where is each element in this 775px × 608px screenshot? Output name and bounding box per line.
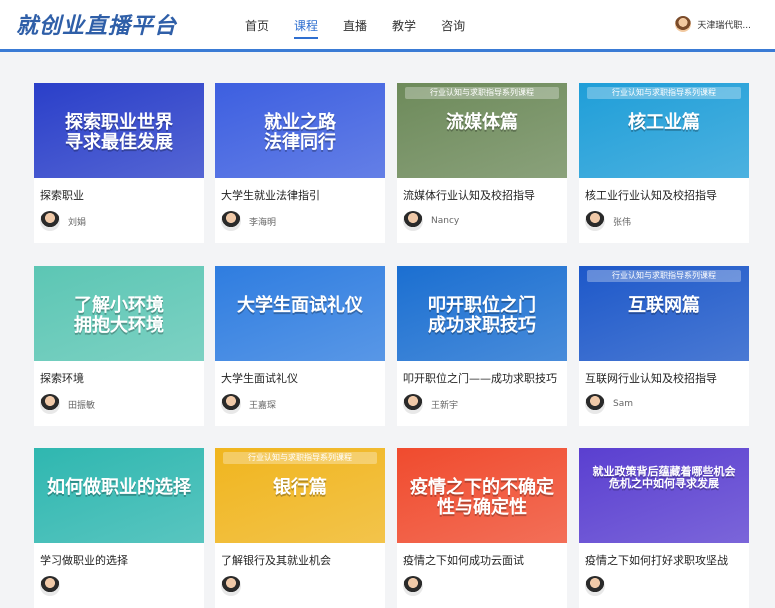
course-title[interactable]: 了解银行及其就业机会 [221, 552, 331, 568]
thumbnail-text: 大学生面试礼仪 [237, 295, 363, 316]
course-author [40, 576, 68, 596]
thumbnail-text: 就业政策背后蕴藏着哪些机会 危机之中如何寻求发展 [592, 465, 736, 491]
course-author: 王嘉琛 [221, 394, 276, 414]
author-name: 李海明 [249, 217, 277, 228]
author-name: Nancy [431, 216, 460, 226]
author-avatar [585, 394, 605, 414]
course-author: 李海明 [221, 211, 276, 231]
author-avatar [403, 576, 423, 596]
nav-home[interactable]: 首页 [245, 17, 269, 39]
thumbnail-text: 银行篇 [273, 477, 327, 498]
nav-consult[interactable]: 咨询 [441, 17, 465, 39]
course-author [403, 576, 431, 596]
course-author: 刘娟 [40, 211, 86, 231]
course-card[interactable]: 行业认知与求职指导系列课程核工业篇核工业行业认知及校招指导张伟 [579, 83, 749, 243]
course-title[interactable]: 流媒体行业认知及校招指导 [403, 187, 535, 203]
course-thumbnail[interactable]: 了解小环境 拥抱大环境 [34, 266, 204, 361]
course-thumbnail[interactable]: 行业认知与求职指导系列课程核工业篇 [579, 83, 749, 178]
thumbnail-text: 了解小环境 拥抱大环境 [74, 295, 164, 336]
author-avatar [221, 211, 241, 231]
nav-courses[interactable]: 课程 [294, 17, 319, 39]
course-card[interactable]: 探索职业世界 寻求最佳发展探索职业刘娟 [34, 83, 204, 243]
author-avatar [221, 394, 241, 414]
course-author: 王新宇 [403, 394, 458, 414]
course-title[interactable]: 疫情之下如何打好求职攻坚战 [585, 552, 728, 568]
course-title[interactable]: 学习做职业的选择 [40, 552, 128, 568]
thumbnail-banner: 行业认知与求职指导系列课程 [405, 87, 559, 99]
course-card[interactable]: 疫情之下的不确定性与确定性疫情之下如何成功云面试 [397, 448, 567, 608]
course-author: 田振敏 [40, 394, 95, 414]
course-card[interactable]: 叩开职位之门 成功求职技巧叩开职位之门——成功求职技巧王新宇 [397, 266, 567, 426]
course-card[interactable]: 就业之路 法律同行大学生就业法律指引李海明 [215, 83, 385, 243]
course-thumbnail[interactable]: 行业认知与求职指导系列课程互联网篇 [579, 266, 749, 361]
course-title[interactable]: 探索环境 [40, 370, 84, 386]
thumbnail-banner: 行业认知与求职指导系列课程 [587, 87, 741, 99]
author-avatar [585, 211, 605, 231]
course-card[interactable]: 如何做职业的选择学习做职业的选择 [34, 448, 204, 608]
course-card[interactable]: 行业认知与求职指导系列课程银行篇了解银行及其就业机会 [215, 448, 385, 608]
nav-live[interactable]: 直播 [343, 17, 367, 39]
course-title[interactable]: 大学生面试礼仪 [221, 370, 298, 386]
thumbnail-banner: 行业认知与求职指导系列课程 [587, 270, 741, 282]
author-avatar [585, 576, 605, 596]
author-avatar [40, 211, 60, 231]
course-card[interactable]: 大学生面试礼仪 大学生面试礼仪 王嘉琛 [215, 266, 385, 426]
thumbnail-text: 就业之路 法律同行 [264, 112, 336, 153]
author-name: Sam [613, 399, 633, 409]
thumbnail-text: 互联网篇 [628, 295, 700, 316]
course-author [585, 576, 613, 596]
course-thumbnail[interactable]: 叩开职位之门 成功求职技巧 [397, 266, 567, 361]
thumbnail-banner: 行业认知与求职指导系列课程 [223, 452, 377, 464]
course-title[interactable]: 探索职业 [40, 187, 84, 203]
author-avatar [403, 211, 423, 231]
course-thumbnail[interactable]: 探索职业世界 寻求最佳发展 [34, 83, 204, 178]
course-author [221, 576, 249, 596]
user-name[interactable]: 天津瑞代职... [697, 18, 751, 31]
course-thumbnail[interactable]: 就业之路 法律同行 [215, 83, 385, 178]
course-title[interactable]: 叩开职位之门——成功求职技巧 [403, 370, 557, 386]
main-nav: 首页 课程 直播 教学 咨询 [245, 17, 490, 39]
course-author: 张伟 [585, 211, 631, 231]
course-author: Sam [585, 394, 633, 414]
author-avatar [221, 576, 241, 596]
thumbnail-text: 探索职业世界 寻求最佳发展 [65, 112, 173, 153]
thumbnail-text: 流媒体篇 [446, 112, 518, 133]
course-title[interactable]: 互联网行业认知及校招指导 [585, 370, 717, 386]
course-thumbnail[interactable]: 就业政策背后蕴藏着哪些机会 危机之中如何寻求发展 [579, 448, 749, 543]
course-title[interactable]: 核工业行业认知及校招指导 [585, 187, 717, 203]
nav-teaching[interactable]: 教学 [392, 17, 416, 39]
author-name: 张伟 [613, 217, 632, 228]
author-name: 田振敏 [68, 400, 96, 411]
course-card[interactable]: 就业政策背后蕴藏着哪些机会 危机之中如何寻求发展疫情之下如何打好求职攻坚战 [579, 448, 749, 608]
author-avatar [40, 576, 60, 596]
course-thumbnail[interactable]: 大学生面试礼仪 [215, 266, 385, 361]
course-thumbnail[interactable]: 行业认知与求职指导系列课程流媒体篇 [397, 83, 567, 178]
author-name: 王嘉琛 [249, 400, 277, 411]
thumbnail-text: 如何做职业的选择 [47, 477, 191, 498]
course-title[interactable]: 大学生就业法律指引 [221, 187, 320, 203]
thumbnail-text: 叩开职位之门 成功求职技巧 [428, 295, 536, 336]
thumbnail-text: 核工业篇 [628, 112, 700, 133]
course-card[interactable]: 了解小环境 拥抱大环境探索环境田振敏 [34, 266, 204, 426]
user-avatar[interactable] [675, 16, 692, 32]
course-card[interactable]: 行业认知与求职指导系列课程互联网篇互联网行业认知及校招指导 Sam [579, 266, 749, 426]
site-logo[interactable]: 就创业直播平台 [16, 8, 177, 40]
thumbnail-text: 疫情之下的不确定性与确定性 [410, 477, 554, 518]
top-header: 就创业直播平台 首页 课程 直播 教学 咨询 天津瑞代职... [0, 0, 775, 52]
author-avatar [40, 394, 60, 414]
author-name: 刘娟 [68, 217, 87, 228]
course-author: Nancy [403, 211, 459, 231]
course-thumbnail[interactable]: 行业认知与求职指导系列课程银行篇 [215, 448, 385, 543]
author-name: 王新宇 [431, 400, 459, 411]
user-menu[interactable]: 天津瑞代职... [675, 16, 751, 32]
author-avatar [403, 394, 423, 414]
course-thumbnail[interactable]: 疫情之下的不确定性与确定性 [397, 448, 567, 543]
course-title[interactable]: 疫情之下如何成功云面试 [403, 552, 524, 568]
course-card[interactable]: 行业认知与求职指导系列课程流媒体篇流媒体行业认知及校招指导 Nancy [397, 83, 567, 243]
course-thumbnail[interactable]: 如何做职业的选择 [34, 448, 204, 543]
